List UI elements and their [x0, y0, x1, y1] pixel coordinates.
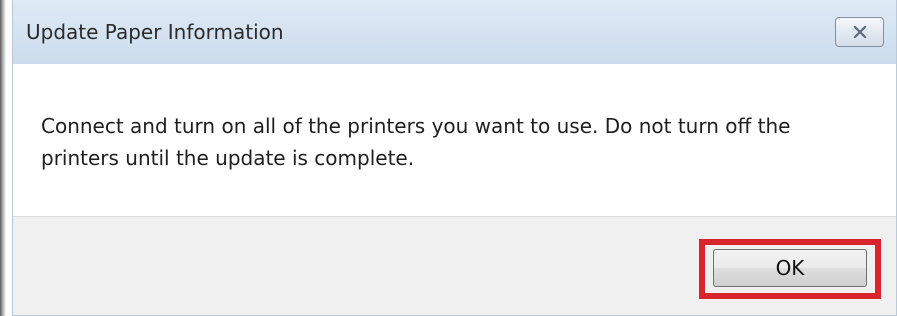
background-window-edge	[0, 0, 8, 316]
close-button[interactable]	[835, 17, 884, 47]
ok-button[interactable]: OK	[713, 249, 867, 287]
dialog-button-bar: OK	[13, 216, 896, 315]
title-bar[interactable]: Update Paper Information	[13, 0, 896, 64]
dialog-content: Connect and turn on all of the printers …	[13, 64, 896, 216]
dialog-title: Update Paper Information	[26, 20, 284, 44]
update-paper-information-dialog: Update Paper Information Connect and tur…	[12, 0, 897, 316]
message-text: Connect and turn on all of the printers …	[41, 114, 791, 170]
close-x-icon	[852, 26, 867, 38]
screenshot-page: Update Paper Information Connect and tur…	[0, 0, 897, 316]
